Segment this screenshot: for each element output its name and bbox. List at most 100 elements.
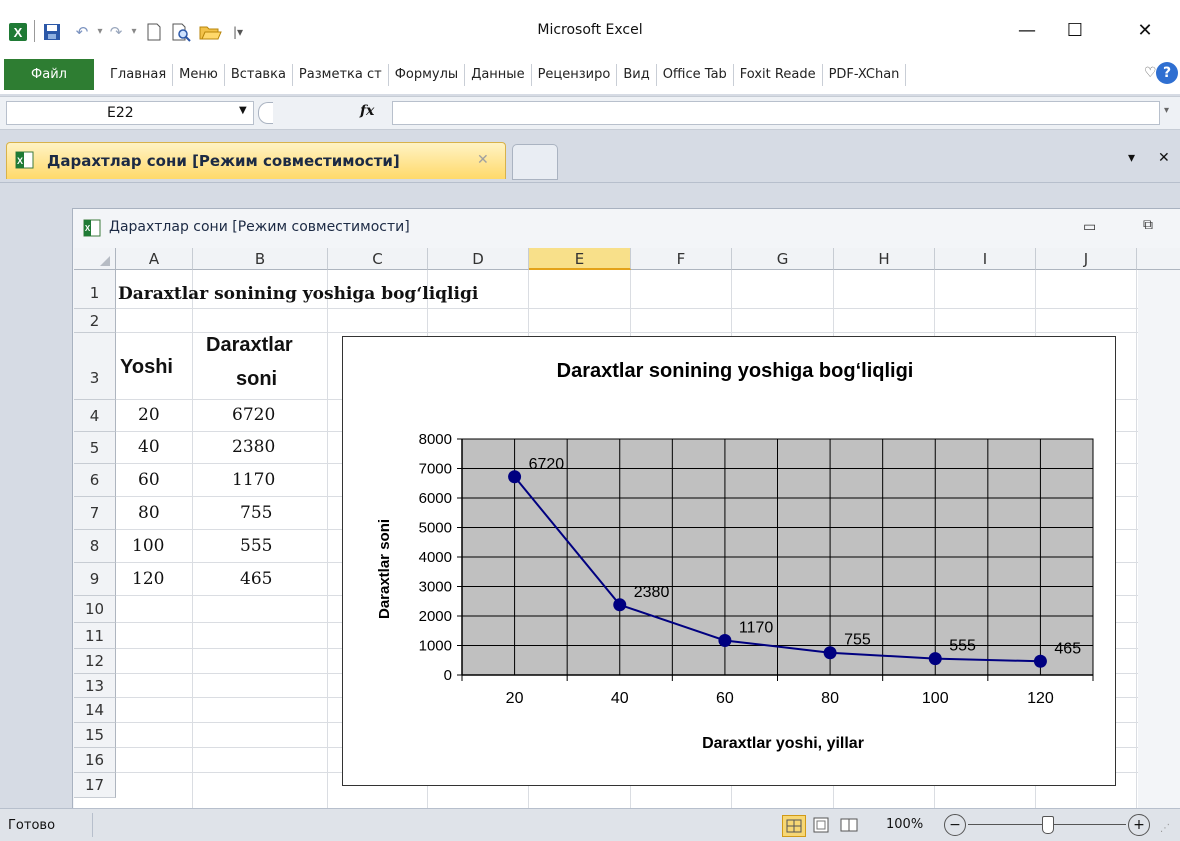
cell-a5[interactable]: 40	[138, 437, 160, 457]
cell-b4[interactable]: 6720	[232, 405, 275, 425]
cell-a9[interactable]: 120	[132, 569, 164, 589]
cell-b6[interactable]: 1170	[232, 470, 275, 490]
file-tab[interactable]: Файл	[4, 59, 94, 90]
cell-a7[interactable]: 80	[138, 503, 160, 523]
column-header-g[interactable]: G	[732, 248, 834, 270]
name-box[interactable]: E22 ▼	[6, 101, 254, 125]
line-chart[interactable]: Daraxtlar sonining yoshiga bog‘liqligi 0…	[342, 336, 1116, 786]
column-header-c[interactable]: C	[328, 248, 428, 270]
gridline	[192, 270, 193, 808]
row-header-7[interactable]: 7	[74, 497, 116, 530]
row-header-12[interactable]: 12	[74, 649, 116, 674]
tab-review[interactable]: Рецензиро	[532, 64, 618, 86]
tab-formulas[interactable]: Формулы	[389, 64, 466, 86]
row-header-4[interactable]: 4	[74, 400, 116, 432]
select-all-corner[interactable]	[74, 248, 116, 270]
tab-list-menu-icon[interactable]: ▾	[1128, 150, 1135, 166]
cell-a4[interactable]: 20	[138, 405, 160, 425]
column-header-j[interactable]: J	[1036, 248, 1137, 270]
close-button[interactable]: ✕	[1122, 16, 1168, 46]
name-box-value: E22	[107, 105, 134, 121]
document-tab[interactable]: X Дарахтлар сони [Режим совместимости] ✕	[6, 142, 506, 179]
row-header-8[interactable]: 8	[74, 530, 116, 563]
page-layout-view-icon[interactable]	[810, 815, 832, 835]
window-title: Microsoft Excel	[537, 22, 643, 38]
column-header-f[interactable]: F	[631, 248, 732, 270]
tab-foxit-reader[interactable]: Foxit Reade	[734, 64, 823, 86]
y-tick-label: 6000	[419, 490, 452, 507]
data-label: 465	[1054, 640, 1081, 657]
cell-b3-soni[interactable]: soni	[236, 368, 277, 391]
workbook-minimize-button[interactable]: ▭	[1083, 219, 1096, 235]
tab-pdf-xchange[interactable]: PDF-XChan	[823, 64, 907, 86]
insert-function-icon[interactable]: fx	[360, 103, 374, 119]
cell-a6[interactable]: 60	[138, 470, 160, 490]
data-label: 1170	[739, 619, 774, 636]
data-label: 6720	[529, 456, 565, 473]
column-header-e[interactable]: E	[529, 248, 631, 270]
y-tick-label: 1000	[419, 638, 452, 655]
expand-formula-icon[interactable]: ▾	[1164, 105, 1169, 116]
help-icon[interactable]: ?	[1156, 62, 1178, 84]
tab-page-layout[interactable]: Разметка ст	[293, 64, 389, 86]
gridline	[327, 270, 328, 808]
row-header-1[interactable]: 1	[74, 270, 116, 309]
row-header-3[interactable]: 3	[74, 333, 116, 400]
cell-b8[interactable]: 555	[240, 536, 272, 556]
tab-menu[interactable]: Меню	[173, 64, 225, 86]
page-break-view-icon[interactable]	[838, 815, 860, 835]
column-header-i[interactable]: I	[935, 248, 1036, 270]
tab-home[interactable]: Главная	[104, 64, 174, 86]
close-all-tabs-icon[interactable]: ✕	[1158, 150, 1170, 166]
maximize-button[interactable]: ☐	[1052, 16, 1098, 46]
name-box-dropdown-icon[interactable]: ▼	[239, 105, 247, 116]
cell-b7[interactable]: 755	[240, 503, 272, 523]
formula-input[interactable]	[392, 101, 1160, 125]
zoom-out-button[interactable]: −	[944, 814, 966, 836]
y-tick-label: 7000	[419, 461, 452, 478]
tab-insert[interactable]: Вставка	[225, 64, 293, 86]
row-header-6[interactable]: 6	[74, 464, 116, 497]
workbook-restore-button[interactable]: ⧉	[1143, 217, 1153, 233]
column-header-d[interactable]: D	[428, 248, 529, 270]
vertical-scrollbar[interactable]	[1138, 270, 1180, 808]
zoom-level[interactable]: 100%	[886, 817, 923, 832]
tab-view[interactable]: Вид	[617, 64, 657, 86]
row-header-14[interactable]: 14	[74, 698, 116, 723]
tab-data[interactable]: Данные	[465, 64, 532, 86]
document-tab-close-icon[interactable]: ✕	[477, 152, 489, 168]
document-tab-strip: X Дарахтлар сони [Режим совместимости] ✕…	[0, 136, 1180, 183]
collapse-ribbon-icon[interactable]: ♡	[1144, 65, 1157, 81]
minimize-button[interactable]: —	[1004, 16, 1050, 46]
cell-a8[interactable]: 100	[132, 536, 164, 556]
row-header-10[interactable]: 10	[74, 596, 116, 623]
formula-bar: E22 ▼ fx ▾	[0, 96, 1180, 130]
column-header-k[interactable]	[1137, 248, 1180, 270]
cell-b5[interactable]: 2380	[232, 437, 275, 457]
row-header-15[interactable]: 15	[74, 723, 116, 748]
cell-a1-title[interactable]: Daraxtlar sonining yoshiga bog‘liqligi	[118, 284, 478, 304]
row-header-16[interactable]: 16	[74, 748, 116, 773]
row-header-9[interactable]: 9	[74, 563, 116, 596]
row-header-5[interactable]: 5	[74, 432, 116, 464]
column-header-b[interactable]: B	[193, 248, 328, 270]
tab-office-tab[interactable]: Office Tab	[657, 64, 734, 86]
normal-view-icon[interactable]	[782, 815, 806, 837]
cell-b9[interactable]: 465	[240, 569, 272, 589]
new-tab-button[interactable]	[512, 144, 558, 180]
zoom-in-button[interactable]: +	[1128, 814, 1150, 836]
cell-a3-yoshi[interactable]: Yoshi	[120, 356, 173, 379]
row-header-2[interactable]: 2	[74, 309, 116, 333]
row-header-13[interactable]: 13	[74, 674, 116, 698]
gridline	[116, 308, 1180, 309]
cell-b3-daraxtlar[interactable]: Daraxtlar	[206, 334, 293, 357]
row-header-11[interactable]: 11	[74, 623, 116, 649]
column-header-h[interactable]: H	[834, 248, 935, 270]
column-header-a[interactable]: A	[116, 248, 193, 270]
zoom-slider-thumb[interactable]	[1042, 816, 1054, 834]
excel-document-icon: X	[15, 151, 35, 169]
gridline	[116, 332, 1180, 333]
row-header-17[interactable]: 17	[74, 773, 116, 798]
x-tick-label: 120	[1027, 690, 1054, 707]
resize-grip-icon[interactable]: ⋰	[1160, 823, 1170, 834]
